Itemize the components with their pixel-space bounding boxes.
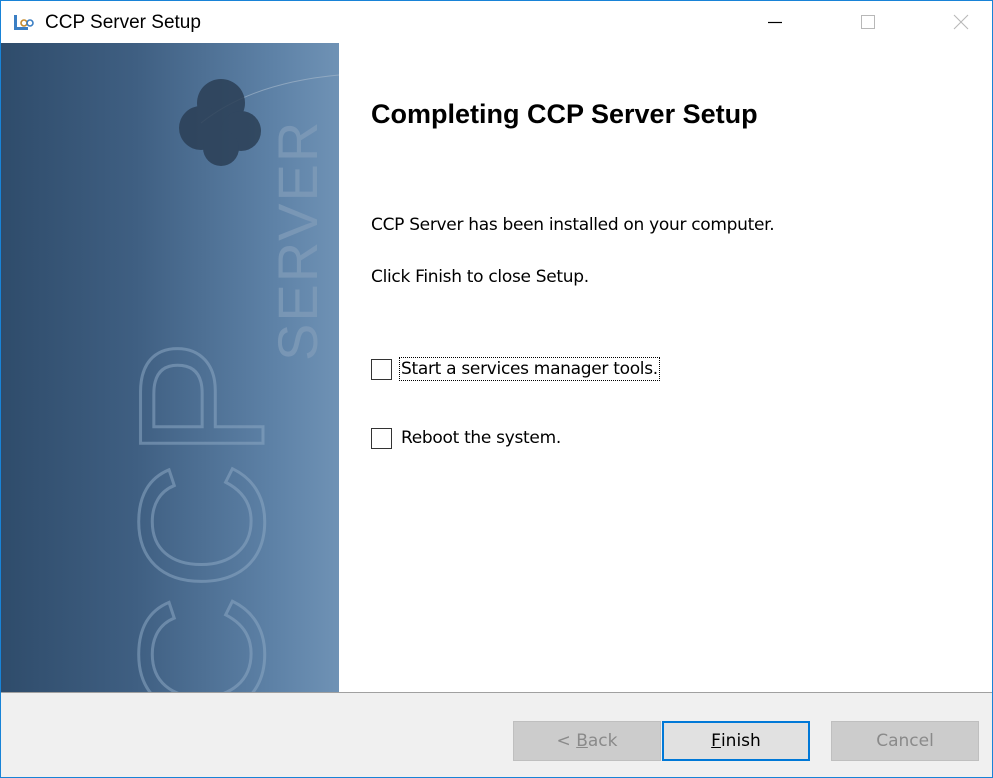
start-services-manager-checkbox[interactable] bbox=[371, 358, 392, 380]
brand-small-text: SERVER bbox=[266, 120, 329, 361]
cancel-button[interactable]: Cancel bbox=[831, 721, 979, 761]
back-button[interactable]: < Back bbox=[513, 721, 661, 761]
maximize-icon bbox=[861, 15, 875, 29]
banner-graphic: SERVER CCP bbox=[101, 74, 339, 692]
cloud-logo-icon bbox=[179, 79, 261, 166]
setup-window: CCP Server Setup SERVER CCP Completing C… bbox=[0, 0, 993, 778]
back-prefix: < bbox=[556, 731, 577, 751]
wizard-footer: < Back Finish Cancel bbox=[1, 693, 992, 777]
finish-instruction-text: Click Finish to close Setup. bbox=[371, 267, 589, 287]
option-start-services-manager[interactable]: Start a services manager tools. bbox=[371, 356, 660, 382]
finish-accel: F bbox=[711, 731, 721, 751]
window-title: CCP Server Setup bbox=[45, 12, 201, 33]
close-button[interactable] bbox=[930, 1, 992, 43]
close-icon bbox=[953, 14, 969, 30]
wizard-content: Completing CCP Server Setup CCP Server h… bbox=[339, 43, 992, 692]
minimize-button[interactable] bbox=[744, 1, 806, 43]
back-rest: ack bbox=[587, 731, 618, 751]
reboot-system-checkbox[interactable] bbox=[371, 427, 392, 449]
back-accel: B bbox=[576, 731, 588, 751]
reboot-system-label[interactable]: Reboot the system. bbox=[400, 427, 562, 449]
wizard-banner: SERVER CCP bbox=[1, 43, 339, 692]
title-bar[interactable]: CCP Server Setup bbox=[1, 1, 992, 43]
start-services-manager-label[interactable]: Start a services manager tools. bbox=[399, 357, 660, 381]
minimize-icon bbox=[768, 21, 782, 24]
cancel-label: Cancel bbox=[876, 731, 934, 751]
finish-rest: inish bbox=[720, 731, 761, 751]
brand-large-text: CCP bbox=[102, 335, 301, 692]
finish-button[interactable]: Finish bbox=[662, 721, 810, 761]
maximize-button[interactable] bbox=[837, 1, 899, 43]
page-title: Completing CCP Server Setup bbox=[371, 99, 758, 129]
install-complete-text: CCP Server has been installed on your co… bbox=[371, 215, 775, 235]
installer-app-icon bbox=[14, 15, 34, 30]
option-reboot-system[interactable]: Reboot the system. bbox=[371, 425, 562, 451]
